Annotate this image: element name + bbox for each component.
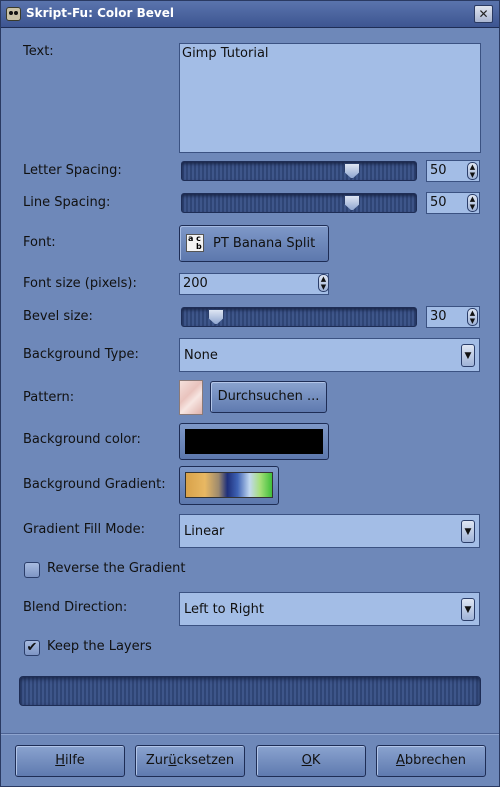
gimp-icon — [6, 7, 21, 21]
gradient-fill-mode-label: Gradient Fill Mode: — [23, 522, 146, 537]
background-type-value: None — [184, 348, 218, 363]
letter-spacing-spinbutton[interactable]: 50 ▲ ▼ — [426, 160, 480, 182]
chevron-down-icon[interactable]: ▼ — [461, 520, 475, 543]
font-size-spin-container[interactable]: ▲ ▼ — [315, 273, 329, 295]
font-name: PT Banana Split — [213, 236, 316, 251]
font-size-spinbutton[interactable]: 200 — [179, 273, 329, 295]
background-color-button[interactable] — [179, 423, 329, 460]
line-spacing-spinbutton[interactable]: 50 ▲ ▼ — [426, 192, 480, 214]
gradient-fill-mode-combo[interactable]: Linear ▼ — [179, 514, 480, 548]
bevel-size-slider[interactable] — [181, 307, 417, 327]
keep-layers-checkbox[interactable]: ✔ — [24, 640, 40, 656]
chevron-down-icon[interactable]: ▼ — [461, 598, 475, 621]
letter-spacing-label: Letter Spacing: — [23, 163, 122, 178]
line-spacing-slider-handle[interactable] — [344, 195, 360, 211]
gradient-fill-mode-value: Linear — [184, 524, 225, 539]
blend-direction-combo[interactable]: Left to Right ▼ — [179, 592, 480, 626]
help-button[interactable]: Hilfe — [15, 745, 125, 777]
chevron-down-icon[interactable]: ▼ — [461, 344, 475, 367]
line-spacing-slider[interactable] — [181, 193, 417, 213]
ok-button[interactable]: OK — [256, 745, 366, 777]
font-icon: a cb — [186, 234, 204, 252]
spin-arrows-icon[interactable]: ▲ ▼ — [467, 308, 478, 326]
bevel-size-spinbutton[interactable]: 30 ▲ ▼ — [426, 306, 480, 328]
reverse-gradient-checkbox[interactable] — [24, 562, 40, 578]
color-bevel-dialog: Skript-Fu: Color Bevel ✕ Text: Gimp Tuto… — [0, 0, 500, 787]
progress-bar — [19, 676, 481, 706]
bevel-size-slider-handle[interactable] — [208, 309, 224, 325]
divider — [1, 733, 499, 735]
background-gradient-label: Background Gradient: — [23, 477, 166, 492]
text-input[interactable]: Gimp Tutorial — [179, 43, 481, 153]
letter-spacing-slider[interactable] — [181, 161, 417, 181]
background-color-label: Background color: — [23, 432, 141, 447]
browse-pattern-button[interactable]: Durchsuchen ... — [210, 381, 327, 413]
gradient-swatch — [185, 472, 273, 498]
spin-arrows-icon[interactable]: ▲ ▼ — [467, 162, 478, 180]
pattern-label: Pattern: — [23, 390, 75, 405]
close-button[interactable]: ✕ — [474, 5, 493, 23]
spin-arrows-icon[interactable]: ▲ ▼ — [318, 274, 329, 292]
window-title: Skript-Fu: Color Bevel — [26, 6, 174, 20]
pattern-preview[interactable] — [179, 380, 203, 415]
color-swatch — [185, 429, 323, 454]
bevel-size-value: 30 — [430, 309, 447, 324]
background-type-combo[interactable]: None ▼ — [179, 338, 480, 372]
font-size-label: Font size (pixels): — [23, 276, 137, 291]
blend-direction-label: Blend Direction: — [23, 600, 128, 615]
cancel-button[interactable]: Abbrechen — [376, 745, 486, 777]
text-label: Text: — [23, 44, 54, 59]
reverse-gradient-label[interactable]: Reverse the Gradient — [47, 561, 185, 576]
background-gradient-button[interactable] — [179, 466, 279, 505]
letter-spacing-slider-handle[interactable] — [344, 163, 360, 179]
reset-button[interactable]: Zurücksetzen — [135, 745, 245, 777]
spin-arrows-icon[interactable]: ▲ ▼ — [467, 194, 478, 212]
line-spacing-label: Line Spacing: — [23, 195, 111, 210]
letter-spacing-value: 50 — [430, 163, 447, 178]
blend-direction-value: Left to Right — [184, 602, 265, 617]
background-type-label: Background Type: — [23, 347, 139, 362]
keep-layers-label[interactable]: Keep the Layers — [47, 639, 152, 654]
font-select-button[interactable]: a cb PT Banana Split — [179, 225, 329, 262]
font-size-value: 200 — [183, 276, 208, 291]
bevel-size-label: Bevel size: — [23, 309, 93, 324]
line-spacing-value: 50 — [430, 195, 447, 210]
titlebar[interactable]: Skript-Fu: Color Bevel ✕ — [1, 1, 499, 28]
font-label: Font: — [23, 235, 56, 250]
